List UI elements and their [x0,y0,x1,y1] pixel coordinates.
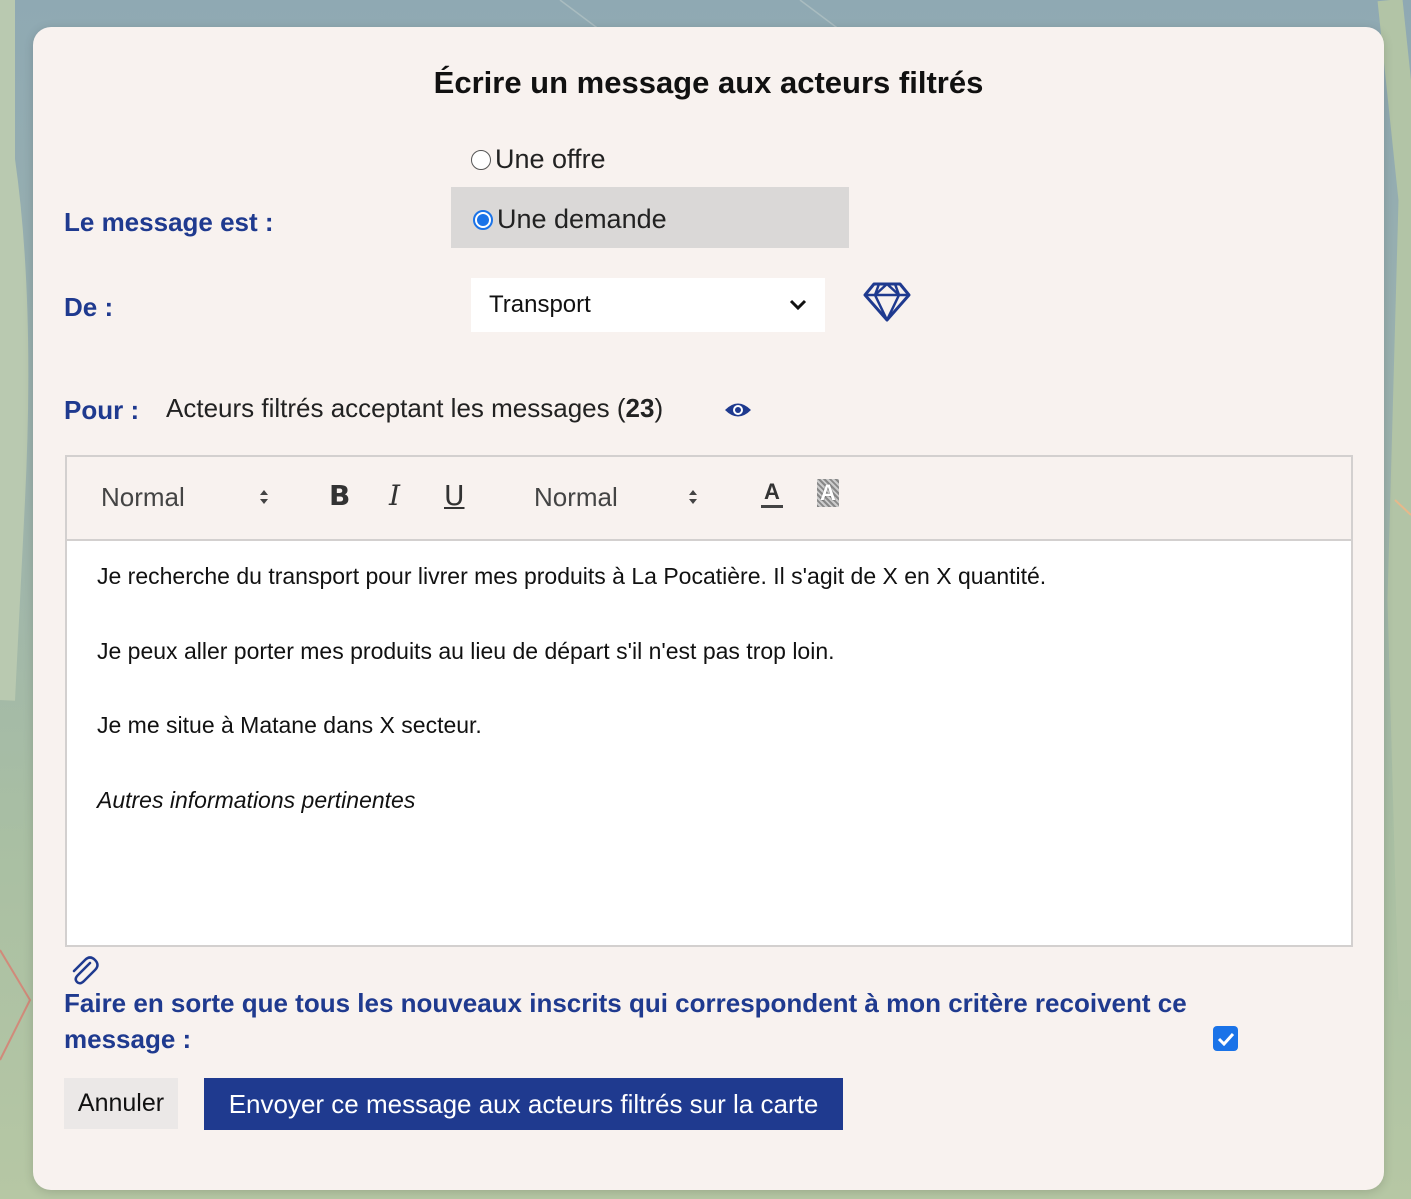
category-select-value: Transport [489,291,591,318]
background-color-label: A [820,480,836,505]
new-members-checkbox[interactable] [1213,1026,1238,1051]
background-color-button[interactable]: A [817,479,839,507]
text-color-label: A [764,479,780,504]
content-line: Je recherche du transport pour livrer me… [97,563,1047,589]
italic-button[interactable]: I [389,479,400,512]
header-format-value: Normal [101,482,185,512]
updown-arrows-icon [687,488,699,506]
radio-demande[interactable]: Une demande [473,204,667,235]
message-dialog: Écrire un message aux acteurs filtrés Le… [33,27,1384,1190]
recipients-count: 23 [625,393,655,423]
category-select[interactable]: Transport [471,278,825,332]
radio-demande-circle[interactable] [473,209,493,230]
radio-offre[interactable]: Une offre [471,144,606,175]
chevron-down-icon [789,295,807,316]
recipients-summary: Acteurs filtrés acceptant les messages (… [166,393,663,424]
content-line: Je peux aller porter mes produits au lie… [97,638,835,664]
header-format-select[interactable]: Normal [101,482,268,513]
content-line: Autres informations pertinentes [97,787,416,813]
recipients-prefix: Acteurs filtrés acceptant les messages ( [166,393,626,423]
text-color-button[interactable]: A [761,479,783,508]
underline-label: U [444,479,465,512]
underline-button[interactable]: U [444,479,465,512]
dialog-title: Écrire un message aux acteurs filtrés [433,65,984,100]
to-label: Pour : [64,395,140,425]
cancel-button[interactable]: Annuler [64,1078,178,1129]
radio-demande-label: Une demande [497,204,667,234]
new-members-label: Faire en sorte que tous les nouveaux ins… [64,988,1187,1054]
bold-label: B [329,479,351,512]
editor-toolbar: Normal B I U Normal A A [67,457,1351,541]
recipients-suffix: ) [654,393,664,423]
message-type-label: Le message est : [64,207,274,237]
size-format-select[interactable]: Normal [534,482,697,513]
from-label: De : [64,292,114,322]
updown-arrows-icon [258,488,270,506]
paperclip-icon[interactable] [68,955,102,989]
eye-icon[interactable] [723,399,753,421]
send-button[interactable]: Envoyer ce message aux acteurs filtrés s… [204,1078,843,1130]
radio-offre-label: Une offre [495,144,606,174]
bold-button[interactable]: B [329,479,350,512]
diamond-icon[interactable] [862,280,912,324]
italic-label: I [389,479,401,512]
size-format-value: Normal [534,482,618,512]
content-line: Je me situe à Matane dans X secteur. [97,712,482,738]
rich-text-editor: Normal B I U Normal A A Je recherche du … [65,455,1353,947]
radio-offre-circle[interactable] [471,149,491,170]
